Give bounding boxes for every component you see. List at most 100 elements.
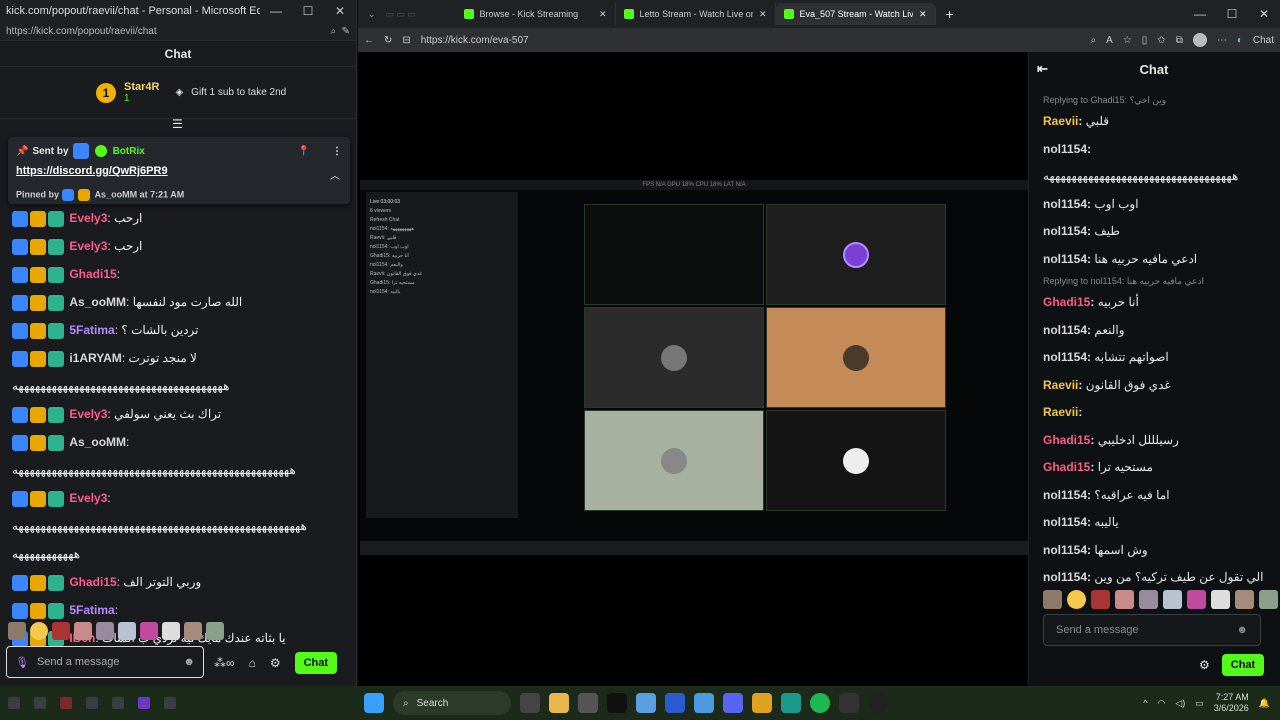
- emote[interactable]: [1211, 590, 1230, 609]
- emote[interactable]: [30, 622, 48, 640]
- chat-username[interactable]: nol1154: [1043, 323, 1087, 337]
- chat-username[interactable]: Evely3: [69, 239, 107, 253]
- new-tab-icon[interactable]: +: [936, 6, 964, 22]
- edge-icon[interactable]: [781, 693, 801, 713]
- collections-icon[interactable]: ⧉: [1176, 35, 1183, 46]
- tab-letto[interactable]: Letto Stream - Watch Live on Kick ✕: [616, 3, 776, 25]
- chat-username[interactable]: i1ARYAM: [69, 351, 121, 365]
- battery-icon[interactable]: ▭: [1195, 698, 1204, 709]
- chat-username[interactable]: nol1154: [1043, 350, 1087, 364]
- emote[interactable]: [140, 622, 158, 640]
- chat-username[interactable]: As_ooMM: [69, 295, 126, 309]
- video-player[interactable]: FPS N/A GPU 18% CPU 18% LAT N/A Live 03:…: [358, 52, 1028, 686]
- store-icon[interactable]: ⌂: [249, 656, 256, 670]
- chevron-up-icon[interactable]: ︿: [330, 167, 340, 182]
- unpin-icon[interactable]: 📍: [298, 146, 310, 157]
- chat-username[interactable]: Evely3: [69, 407, 107, 421]
- chat-send-button[interactable]: Chat: [1221, 654, 1265, 676]
- chat-username[interactable]: Evely3: [69, 211, 107, 225]
- chat-input[interactable]: 🎙 Send a message ☻: [6, 646, 204, 678]
- clock[interactable]: 7:27 AM 3/6/2026: [1214, 692, 1249, 714]
- tab-close-icon[interactable]: ✕: [919, 9, 927, 20]
- store-icon[interactable]: [578, 693, 598, 713]
- notifications-icon[interactable]: 🔔: [1259, 698, 1270, 709]
- taskbar-app-icon[interactable]: [112, 697, 124, 709]
- settings-icon[interactable]: ⚙: [1199, 658, 1210, 672]
- chat-username[interactable]: 5Fatima: [69, 323, 114, 337]
- more-icon[interactable]: ⋯: [1217, 35, 1227, 46]
- chat-username[interactable]: Raevii: [1043, 378, 1078, 392]
- chat-username[interactable]: nol1154: [1043, 252, 1087, 266]
- emote[interactable]: [1043, 590, 1062, 609]
- emote[interactable]: [184, 622, 202, 640]
- discord-icon[interactable]: [723, 693, 743, 713]
- taskbar-app-icon[interactable]: [60, 697, 72, 709]
- leader-name[interactable]: Star4R: [124, 81, 159, 93]
- copilot-icon[interactable]: ◐: [1237, 35, 1243, 46]
- chat-username[interactable]: nol1154: [1043, 515, 1087, 529]
- emote[interactable]: [1163, 590, 1182, 609]
- collapse-chat-icon[interactable]: ⇤: [1037, 61, 1048, 77]
- chat-username[interactable]: nol1154: [1043, 142, 1087, 156]
- workspace-icon[interactable]: ▭ ▭ ▭: [386, 9, 456, 20]
- tab-close-icon[interactable]: ✕: [599, 9, 607, 20]
- split-icon[interactable]: ▯: [1142, 35, 1148, 46]
- refresh-icon[interactable]: ↻: [384, 35, 392, 46]
- chat-input-placeholder[interactable]: Send a message: [1056, 624, 1236, 636]
- chat-username[interactable]: nol1154: [1043, 488, 1087, 502]
- reply-context[interactable]: Replying to Ghadi15: وين اخي؟: [1043, 92, 1266, 108]
- tab-actions-icon[interactable]: ⌄: [358, 9, 386, 20]
- mic-icon[interactable]: 🎙: [15, 656, 29, 669]
- address-bar[interactable]: https://kick.com/popout/raevii/chat ⌕ ✎: [0, 22, 356, 41]
- taskbar-app-icon[interactable]: [34, 697, 46, 709]
- address-url[interactable]: https://kick.com/popout/raevii/chat: [6, 26, 330, 37]
- emoji-icon[interactable]: ☻: [1236, 624, 1248, 636]
- chat-input[interactable]: Send a message ☻: [1043, 614, 1261, 646]
- copilot-chat-label[interactable]: Chat: [1253, 35, 1274, 46]
- emote[interactable]: [52, 622, 70, 640]
- edit-icon[interactable]: ✎: [342, 26, 350, 37]
- settings-icon[interactable]: ⚙: [270, 656, 281, 670]
- emote[interactable]: [1091, 590, 1110, 609]
- spotify-icon[interactable]: [810, 693, 830, 713]
- chat-username[interactable]: Ghadi15: [1043, 295, 1090, 309]
- taskbar-app-icon[interactable]: [86, 697, 98, 709]
- tab-browse[interactable]: Browse - Kick Streaming ✕: [456, 3, 616, 25]
- minimize-icon[interactable]: —: [1184, 7, 1216, 21]
- copilot-icon[interactable]: [636, 693, 656, 713]
- emote[interactable]: [118, 622, 136, 640]
- chat-username[interactable]: Ghadi15: [69, 267, 116, 281]
- favorite-icon[interactable]: ☆: [1123, 35, 1132, 46]
- points-icon[interactable]: ⁂∞: [214, 656, 235, 670]
- close-icon[interactable]: ✕: [324, 4, 356, 18]
- minimize-icon[interactable]: —: [260, 4, 292, 18]
- zoom-icon[interactable]: ⌕: [1091, 35, 1097, 46]
- favorites-icon[interactable]: ✩: [1157, 35, 1165, 46]
- emote[interactable]: [162, 622, 180, 640]
- chat-username[interactable]: 5Fatima: [69, 603, 114, 617]
- taskview-icon[interactable]: [520, 693, 540, 713]
- chat-input-placeholder[interactable]: Send a message: [37, 656, 175, 668]
- gift-text[interactable]: Gift 1 sub to take 2nd: [191, 87, 286, 98]
- read-aloud-icon[interactable]: A: [1106, 35, 1113, 46]
- terminal-icon[interactable]: [839, 693, 859, 713]
- chat-username[interactable]: As_ooMM: [69, 435, 126, 449]
- site-info-icon[interactable]: ⊟: [402, 35, 410, 46]
- obs-icon[interactable]: [868, 693, 888, 713]
- emote[interactable]: [1139, 590, 1158, 609]
- emote[interactable]: [206, 622, 224, 640]
- app-icon[interactable]: [665, 693, 685, 713]
- chat-send-button[interactable]: Chat: [294, 652, 338, 674]
- chrome-icon[interactable]: [752, 693, 772, 713]
- chat-username[interactable]: nol1154: [1043, 197, 1087, 211]
- address-url[interactable]: https://kick.com/eva-507: [421, 35, 1081, 46]
- tray-chevron-icon[interactable]: ^: [1143, 698, 1147, 708]
- maximize-icon[interactable]: ☐: [1216, 7, 1248, 21]
- tab-close-icon[interactable]: ✕: [759, 9, 767, 20]
- notepad-icon[interactable]: [694, 693, 714, 713]
- emoji-icon[interactable]: ☻: [183, 656, 195, 668]
- reply-context[interactable]: Replying to nol1154: ادعي مافيه حربيه هن…: [1043, 273, 1266, 289]
- avatar[interactable]: [1192, 33, 1207, 47]
- start-icon[interactable]: [364, 693, 384, 713]
- chat-username[interactable]: Raevii: [1043, 114, 1078, 128]
